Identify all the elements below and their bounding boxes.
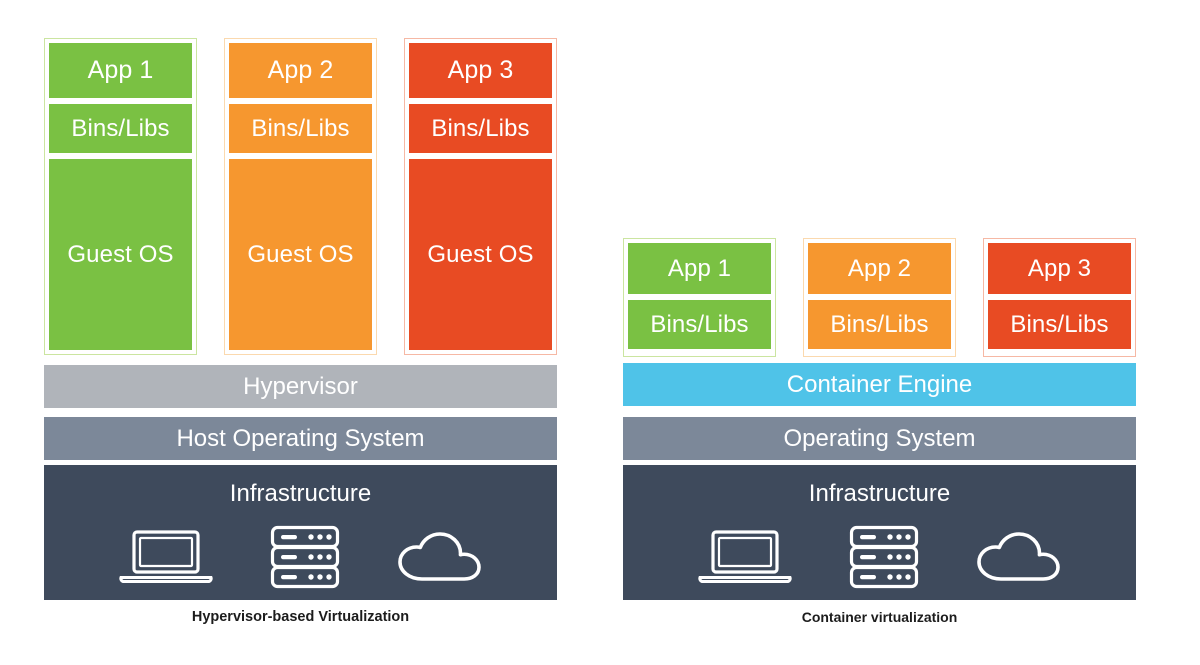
vm-app-label: App 2 bbox=[229, 43, 372, 98]
cloud-icon bbox=[396, 529, 484, 585]
container-bins-libs-label: Bins/Libs bbox=[988, 300, 1131, 349]
container-engine-layer-bar: Container Engine bbox=[623, 363, 1136, 406]
vm-bins-libs-label: Bins/Libs bbox=[229, 104, 372, 153]
infrastructure-label: Infrastructure bbox=[808, 480, 951, 507]
infrastructure-label: Infrastructure bbox=[229, 480, 372, 507]
container-card-app3: App 3 Bins/Libs bbox=[983, 238, 1136, 357]
hypervisor-vm-stack-row: App 1 Bins/Libs Guest OS App 2 Bins/Libs… bbox=[44, 38, 557, 355]
hypervisor-layer-bar: Hypervisor bbox=[44, 365, 557, 408]
container-bins-libs-label: Bins/Libs bbox=[808, 300, 951, 349]
vm-app-label: App 3 bbox=[409, 43, 552, 98]
hypervisor-layer-label: Hypervisor bbox=[243, 372, 358, 400]
laptop-icon bbox=[697, 528, 793, 586]
cloud-icon bbox=[975, 529, 1063, 585]
left-panel-caption: Hypervisor-based Virtualization bbox=[191, 609, 410, 625]
vm-card-app1: App 1 Bins/Libs Guest OS bbox=[44, 38, 197, 355]
container-app-label: App 1 bbox=[628, 243, 771, 294]
vm-guest-os-label: Guest OS bbox=[229, 159, 372, 350]
container-stack-row: App 1 Bins/Libs App 2 Bins/Libs App 3 Bi… bbox=[623, 238, 1136, 357]
vm-card-app2: App 2 Bins/Libs Guest OS bbox=[224, 38, 377, 355]
vm-app-label: App 1 bbox=[49, 43, 192, 98]
vm-guest-os-label: Guest OS bbox=[49, 159, 192, 350]
virtualization-comparison-diagram: App 1 Bins/Libs Guest OS App 2 Bins/Libs… bbox=[0, 0, 1200, 665]
operating-system-label: Operating System bbox=[783, 424, 976, 452]
container-bins-libs-label: Bins/Libs bbox=[628, 300, 771, 349]
host-operating-system-label: Host Operating System bbox=[176, 424, 425, 452]
infrastructure-layer-bar-right: Infrastructure bbox=[623, 465, 1136, 600]
container-app-label: App 3 bbox=[988, 243, 1131, 294]
infrastructure-icon-group-left bbox=[44, 525, 557, 589]
server-rack-icon bbox=[849, 525, 919, 589]
vm-bins-libs-label: Bins/Libs bbox=[409, 104, 552, 153]
container-card-app2: App 2 Bins/Libs bbox=[803, 238, 956, 357]
laptop-icon bbox=[118, 528, 214, 586]
vm-guest-os-label: Guest OS bbox=[409, 159, 552, 350]
server-rack-icon bbox=[270, 525, 340, 589]
vm-card-app3: App 3 Bins/Libs Guest OS bbox=[404, 38, 557, 355]
container-card-app1: App 1 Bins/Libs bbox=[623, 238, 776, 357]
infrastructure-icon-group-right bbox=[623, 525, 1136, 589]
operating-system-layer-bar: Operating System bbox=[623, 417, 1136, 460]
host-operating-system-layer-bar: Host Operating System bbox=[44, 417, 557, 460]
vm-bins-libs-label: Bins/Libs bbox=[49, 104, 192, 153]
infrastructure-layer-bar-left: Infrastructure bbox=[44, 465, 557, 600]
container-engine-label: Container Engine bbox=[786, 370, 973, 398]
right-panel-caption: Container virtualization bbox=[801, 609, 958, 625]
container-app-label: App 2 bbox=[808, 243, 951, 294]
